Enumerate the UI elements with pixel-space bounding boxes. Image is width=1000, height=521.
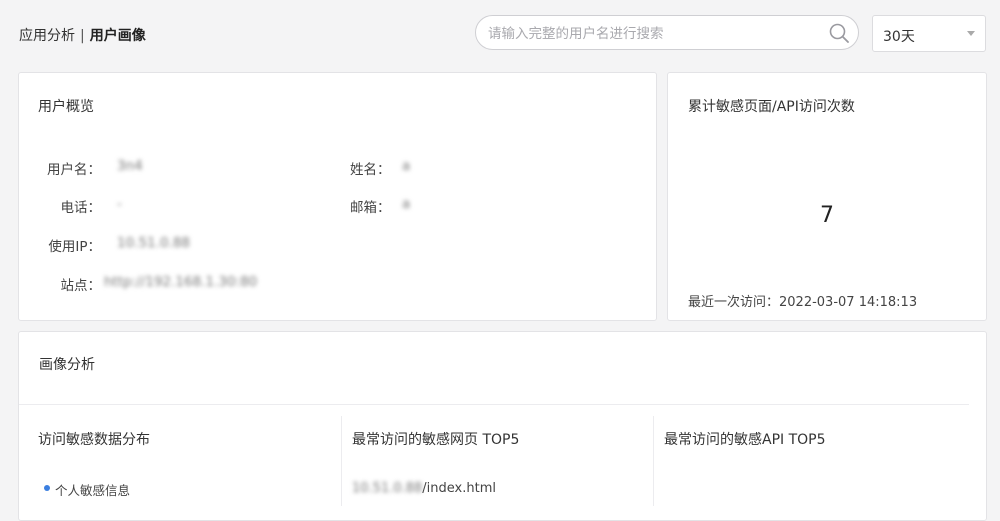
profile-analysis-card: 画像分析 — [18, 331, 987, 521]
username-label: 用户名： — [47, 162, 101, 178]
column-separator — [341, 416, 342, 506]
time-range-value: 30天 — [883, 29, 915, 45]
site-label: 站点： — [60, 278, 102, 294]
top-page-item[interactable]: 10.51.0.88/index.html — [352, 481, 496, 496]
top-page-path: /index.html — [422, 481, 496, 496]
caret-down-icon — [967, 31, 975, 36]
ip-value: 10.51.0.88 — [117, 235, 190, 251]
username-value: 3n4 — [117, 158, 143, 174]
search-icon[interactable] — [829, 23, 849, 43]
distribution-title: 访问敏感数据分布 — [38, 432, 150, 448]
last-visit: 最近一次访问：2022-03-07 14:18:13 — [688, 291, 917, 310]
legend-label: 个人敏感信息 — [55, 483, 131, 498]
breadcrumb: 应用分析 | 用户画像 — [19, 25, 146, 45]
site-url[interactable]: http://192.168.1.30:80 — [104, 274, 257, 290]
last-visit-label: 最近一次访问： — [688, 295, 780, 310]
breadcrumb-current: 用户画像 — [89, 28, 146, 44]
time-range-select[interactable]: 30天 — [872, 15, 986, 52]
site-value: http://192.168.1.30:80 — [104, 274, 257, 290]
email-label: 邮箱： — [350, 200, 391, 216]
user-overview-card: 用户概览 用户名： 3n4 姓名： a 电话： - 邮箱： a 使用IP： 10… — [18, 72, 657, 321]
breadcrumb-separator: | — [80, 28, 85, 44]
sensitive-count-card: 累计敏感页面/API访问次数 7 最近一次访问：2022-03-07 14:18… — [667, 72, 987, 321]
phone-value: - — [117, 196, 122, 212]
ip-label: 使用IP： — [48, 239, 101, 255]
user-overview-title: 用户概览 — [38, 99, 94, 115]
section-divider — [19, 404, 969, 405]
legend-dot — [44, 485, 50, 491]
top-pages-title: 最常访问的敏感网页 TOP5 — [352, 432, 520, 448]
top-apis-title: 最常访问的敏感API TOP5 — [664, 432, 826, 448]
search-input[interactable] — [486, 16, 810, 51]
name-value: a — [402, 158, 411, 174]
email-value: a — [402, 196, 411, 212]
phone-label: 电话： — [60, 200, 102, 216]
page-header: 应用分析 |用户画像 30天 — [0, 0, 1000, 64]
column-separator — [653, 416, 654, 506]
name-label: 姓名： — [350, 162, 391, 178]
last-visit-time: 2022-03-07 14:18:13 — [779, 295, 918, 310]
sensitive-count-title: 累计敏感页面/API访问次数 — [688, 99, 855, 115]
sensitive-count-value: 7 — [820, 203, 834, 228]
breadcrumb-parent[interactable]: 应用分析 — [19, 28, 75, 44]
top-page-host: 10.51.0.88 — [352, 481, 423, 496]
profile-analysis-title: 画像分析 — [39, 357, 95, 373]
user-search-box[interactable] — [475, 15, 859, 51]
